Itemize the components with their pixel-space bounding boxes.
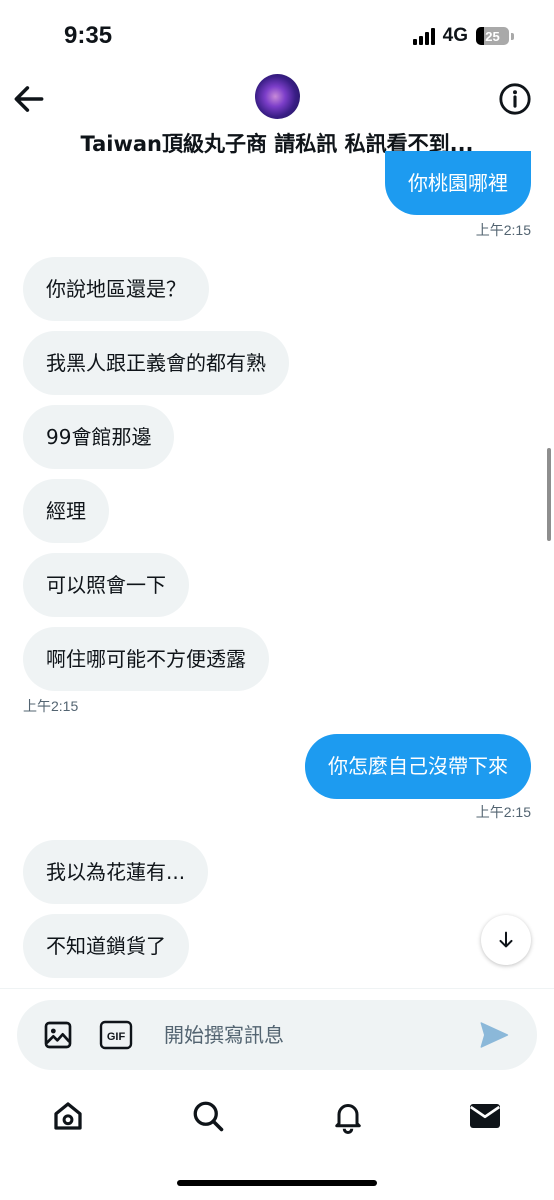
message-timestamp: 上午2:15: [475, 222, 531, 238]
nav-notifications[interactable]: [330, 1098, 366, 1134]
gif-label: GIF: [107, 1031, 126, 1043]
nav-search[interactable]: [190, 1098, 226, 1134]
info-icon: [499, 83, 531, 115]
back-button[interactable]: [10, 80, 48, 118]
nav-home[interactable]: [50, 1098, 86, 1134]
message-bubble[interactable]: 不知道鎖貨了: [23, 914, 189, 978]
contact-avatar[interactable]: [255, 74, 300, 119]
battery-level: 25: [485, 28, 500, 44]
status-time: 9:35: [64, 22, 113, 49]
message-bubble[interactable]: 你桃園哪裡: [385, 151, 531, 215]
signal-icon: [412, 27, 435, 45]
message-bubble[interactable]: 我黑人跟正義會的都有熟: [23, 331, 289, 395]
message-bubble[interactable]: 啊住哪可能不方便透露: [23, 627, 269, 691]
nav-messages[interactable]: [467, 1098, 503, 1134]
info-button[interactable]: [498, 82, 532, 116]
arrow-down-icon: [499, 931, 513, 948]
message-bubble[interactable]: 你怎麼自己沒帶下來: [305, 734, 531, 799]
message-bubble[interactable]: 經理: [23, 479, 109, 543]
composer-divider: [0, 988, 554, 989]
message-bubble[interactable]: 你說地區還是？: [23, 257, 209, 321]
message-bubble[interactable]: 可以照會一下: [23, 553, 189, 617]
home-indicator[interactable]: [177, 1180, 377, 1186]
network-type: 4G: [442, 25, 468, 46]
battery-icon: 25: [476, 27, 509, 45]
message-bubble[interactable]: 我以為花蓮有...: [23, 840, 209, 904]
battery-tip: [511, 32, 514, 40]
mail-icon: [469, 1104, 501, 1128]
scroll-to-bottom-button[interactable]: [481, 915, 531, 965]
scrollbar[interactable]: [547, 448, 551, 541]
message-timestamp: 上午2:15: [23, 698, 79, 714]
send-icon: [480, 1022, 509, 1048]
status-indicators: 4G 25: [412, 24, 514, 48]
message-timestamp: 上午2:15: [475, 804, 531, 820]
send-button[interactable]: [477, 1018, 511, 1052]
image-icon: [44, 1021, 72, 1049]
add-photo-button[interactable]: [42, 1019, 74, 1051]
gif-icon: GIF: [99, 1020, 133, 1050]
message-input[interactable]: [150, 1005, 488, 1065]
search-icon: [193, 1101, 224, 1132]
arrow-left-icon: [14, 86, 44, 112]
add-gif-button[interactable]: GIF: [99, 1019, 133, 1051]
message-list[interactable]: 你桃園哪裡 上午2:15 你說地區還是？ 我黑人跟正義會的都有熟 99會館那邊 …: [0, 150, 554, 988]
message-bubble[interactable]: 99會館那邊: [23, 405, 175, 469]
bell-icon: [335, 1104, 361, 1134]
home-icon: [54, 1102, 82, 1130]
